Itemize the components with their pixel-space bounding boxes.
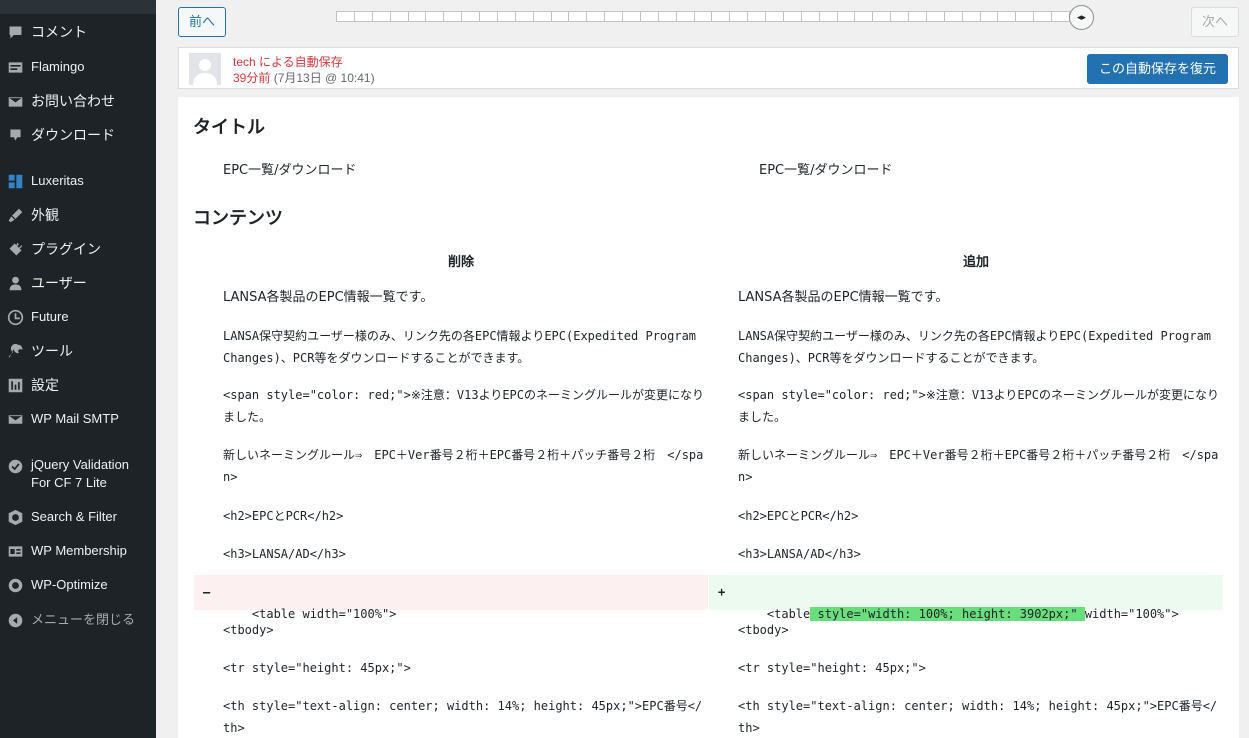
sidebar-item-appearance[interactable]: 外観 bbox=[0, 205, 156, 225]
diff-line-right: <tbody> bbox=[738, 623, 789, 637]
revision-navigation: 前へ ◂▸ 次へ bbox=[156, 0, 1249, 46]
appearance-icon bbox=[5, 205, 25, 225]
diff-line-added: + <table style="width: 100%; height: 3902… bbox=[709, 575, 1223, 621]
diff-line-right: 新しいネーミングルール⇒ EPC＋Ver番号２桁＋EPC番号２桁＋パッチ番号２桁… bbox=[738, 448, 1219, 484]
diff-line-left: LANSA各製品のEPC情報一覧です。 bbox=[223, 290, 434, 305]
sidebar-item-label: ダウンロード bbox=[31, 127, 115, 143]
diff-line-left: <th style="text-align: center; width: 14… bbox=[223, 699, 703, 735]
diff-line-left: <tr style="height: 45px;"> bbox=[223, 661, 411, 675]
diff-line-removed: – <table width="100%"> bbox=[194, 575, 708, 621]
diff-line-left: <h3>LANSA/AD</h3> bbox=[223, 547, 346, 561]
title-left: EPC一覧/ダウンロード bbox=[223, 163, 357, 178]
sidebar-item-label: 設定 bbox=[31, 377, 59, 393]
comment-icon bbox=[5, 22, 25, 42]
diff-line-left: LANSA保守契約ユーザー様のみ、リンク先の各EPC情報よりEPC(Expedi… bbox=[223, 329, 704, 365]
next-button[interactable]: 次へ bbox=[1191, 7, 1240, 37]
added-column-header: 追加 bbox=[962, 254, 989, 269]
diff-line-left: <h2>EPCとPCR</h2> bbox=[223, 509, 344, 523]
slider-handle-arrows-icon[interactable]: ◂▸ bbox=[1069, 5, 1094, 30]
title-heading: タイトル bbox=[193, 117, 265, 137]
sidebar-item-search-filter[interactable]: Search & Filter bbox=[0, 507, 156, 527]
sidebar-item-comments[interactable]: コメント bbox=[0, 22, 156, 42]
sidebar-item-tools[interactable]: ツール bbox=[0, 341, 156, 361]
revision-time-ago: 39分前 bbox=[233, 71, 271, 85]
revision-slider[interactable] bbox=[336, 11, 1088, 24]
sidebar-item-label: Search & Filter bbox=[31, 509, 117, 524]
sidebar-item-wp-mail-smtp[interactable]: WP Mail SMTP bbox=[0, 409, 156, 429]
sidebar-item-label: WP Mail SMTP bbox=[31, 411, 119, 426]
diff-panel: タイトル EPC一覧/ダウンロード EPC一覧/ダウンロード コンテンツ 削除 … bbox=[178, 97, 1239, 738]
sidebar-item-label: ツール bbox=[31, 343, 73, 359]
removed-marker: – bbox=[203, 585, 211, 599]
sidebar-item-jquery-validation[interactable]: jQuery Validation For CF 7 Lite bbox=[0, 456, 156, 494]
sidebar-item-settings[interactable]: 設定 bbox=[0, 375, 156, 395]
sidebar-item-label: Luxeritas bbox=[31, 173, 84, 188]
revision-meta: tech による自動保存 39分前 (7月13日 @ 10:41) この自動保存… bbox=[178, 47, 1239, 89]
mail-smtp-icon bbox=[5, 409, 25, 429]
sidebar-item-label: WP Membership bbox=[31, 543, 127, 558]
sidebar-item-label: コメント bbox=[31, 24, 87, 40]
sidebar-item-luxeritas[interactable]: Luxeritas bbox=[0, 171, 156, 191]
removed-column-header: 削除 bbox=[447, 254, 474, 269]
settings-icon bbox=[5, 375, 25, 395]
collapse-menu-button[interactable]: メニューを閉じる bbox=[0, 610, 156, 630]
optimize-icon bbox=[5, 575, 25, 595]
diff-line-left: 新しいネーミングルール⇒ EPC＋Ver番号２桁＋EPC番号２桁＋パッチ番号２桁… bbox=[223, 448, 704, 484]
sidebar-item-label: ユーザー bbox=[31, 275, 87, 291]
revision-author: tech による自動保存 bbox=[233, 55, 343, 69]
sidebar-item-label: プラグイン bbox=[31, 241, 101, 257]
sidebar-item-label: jQuery Validation For CF 7 Lite bbox=[31, 457, 130, 490]
admin-sidebar: コメント Flamingo お問い合わせ ダウンロード Luxeritas 外観… bbox=[0, 0, 156, 738]
sidebar-item-label: メニューを閉じる bbox=[31, 612, 136, 627]
added-marker: + bbox=[718, 585, 726, 599]
sidebar-item-future[interactable]: Future bbox=[0, 307, 156, 327]
sidebar-item-flamingo[interactable]: Flamingo bbox=[0, 57, 156, 77]
sidebar-item-wp-optimize[interactable]: WP-Optimize bbox=[0, 575, 156, 595]
sidebar-item-plugins[interactable]: プラグイン bbox=[0, 239, 156, 259]
membership-icon bbox=[5, 541, 25, 561]
diff-line-right: <th style="text-align: center; width: 14… bbox=[738, 699, 1218, 735]
diff-line-right: <span style="color: red;">※注意：V13よりEPCのネ… bbox=[738, 388, 1220, 424]
prev-button[interactable]: 前へ bbox=[178, 7, 227, 37]
diff-line-right: <h2>EPCとPCR</h2> bbox=[738, 509, 859, 523]
diff-line-right: LANSA各製品のEPC情報一覧です。 bbox=[738, 290, 949, 305]
sidebar-item-label: WP-Optimize bbox=[31, 577, 108, 592]
title-right: EPC一覧/ダウンロード bbox=[759, 163, 893, 178]
download-icon bbox=[5, 125, 25, 145]
diff-line-right: <tr style="height: 45px;"> bbox=[738, 661, 926, 675]
revision-time-date: (7月13日 @ 10:41) bbox=[270, 71, 375, 85]
plugin-icon bbox=[5, 239, 25, 259]
search-filter-icon bbox=[5, 507, 25, 527]
luxeritas-icon bbox=[5, 171, 25, 191]
clock-icon bbox=[5, 307, 25, 327]
wrench-icon bbox=[5, 341, 25, 361]
diff-line-right: LANSA保守契約ユーザー様のみ、リンク先の各EPC情報よりEPC(Expedi… bbox=[738, 329, 1219, 365]
sidebar-top-strip bbox=[0, 0, 156, 14]
diff-line-left: <span style="color: red;">※注意：V13よりEPCのネ… bbox=[223, 388, 705, 424]
flamingo-icon bbox=[5, 57, 25, 77]
avatar bbox=[189, 53, 221, 85]
restore-autosave-button[interactable]: この自動保存を復元 bbox=[1086, 54, 1228, 84]
content-heading: コンテンツ bbox=[193, 208, 283, 228]
collapse-icon bbox=[5, 610, 25, 630]
sidebar-item-contact[interactable]: お問い合わせ bbox=[0, 91, 156, 111]
diff-line-left: <tbody> bbox=[223, 623, 274, 637]
check-circle-icon bbox=[5, 456, 25, 476]
sidebar-item-label: お問い合わせ bbox=[31, 93, 115, 109]
mail-icon bbox=[5, 91, 25, 111]
sidebar-item-label: Future bbox=[31, 309, 69, 324]
sidebar-item-wp-membership[interactable]: WP Membership bbox=[0, 541, 156, 561]
revision-time: 39分前 (7月13日 @ 10:41) bbox=[233, 69, 375, 86]
diff-line-right: <h3>LANSA/AD</h3> bbox=[738, 547, 861, 561]
sidebar-item-label: 外観 bbox=[31, 207, 59, 223]
user-icon bbox=[5, 273, 25, 293]
sidebar-item-label: Flamingo bbox=[31, 59, 85, 74]
sidebar-item-users[interactable]: ユーザー bbox=[0, 273, 156, 293]
sidebar-item-download[interactable]: ダウンロード bbox=[0, 125, 156, 145]
